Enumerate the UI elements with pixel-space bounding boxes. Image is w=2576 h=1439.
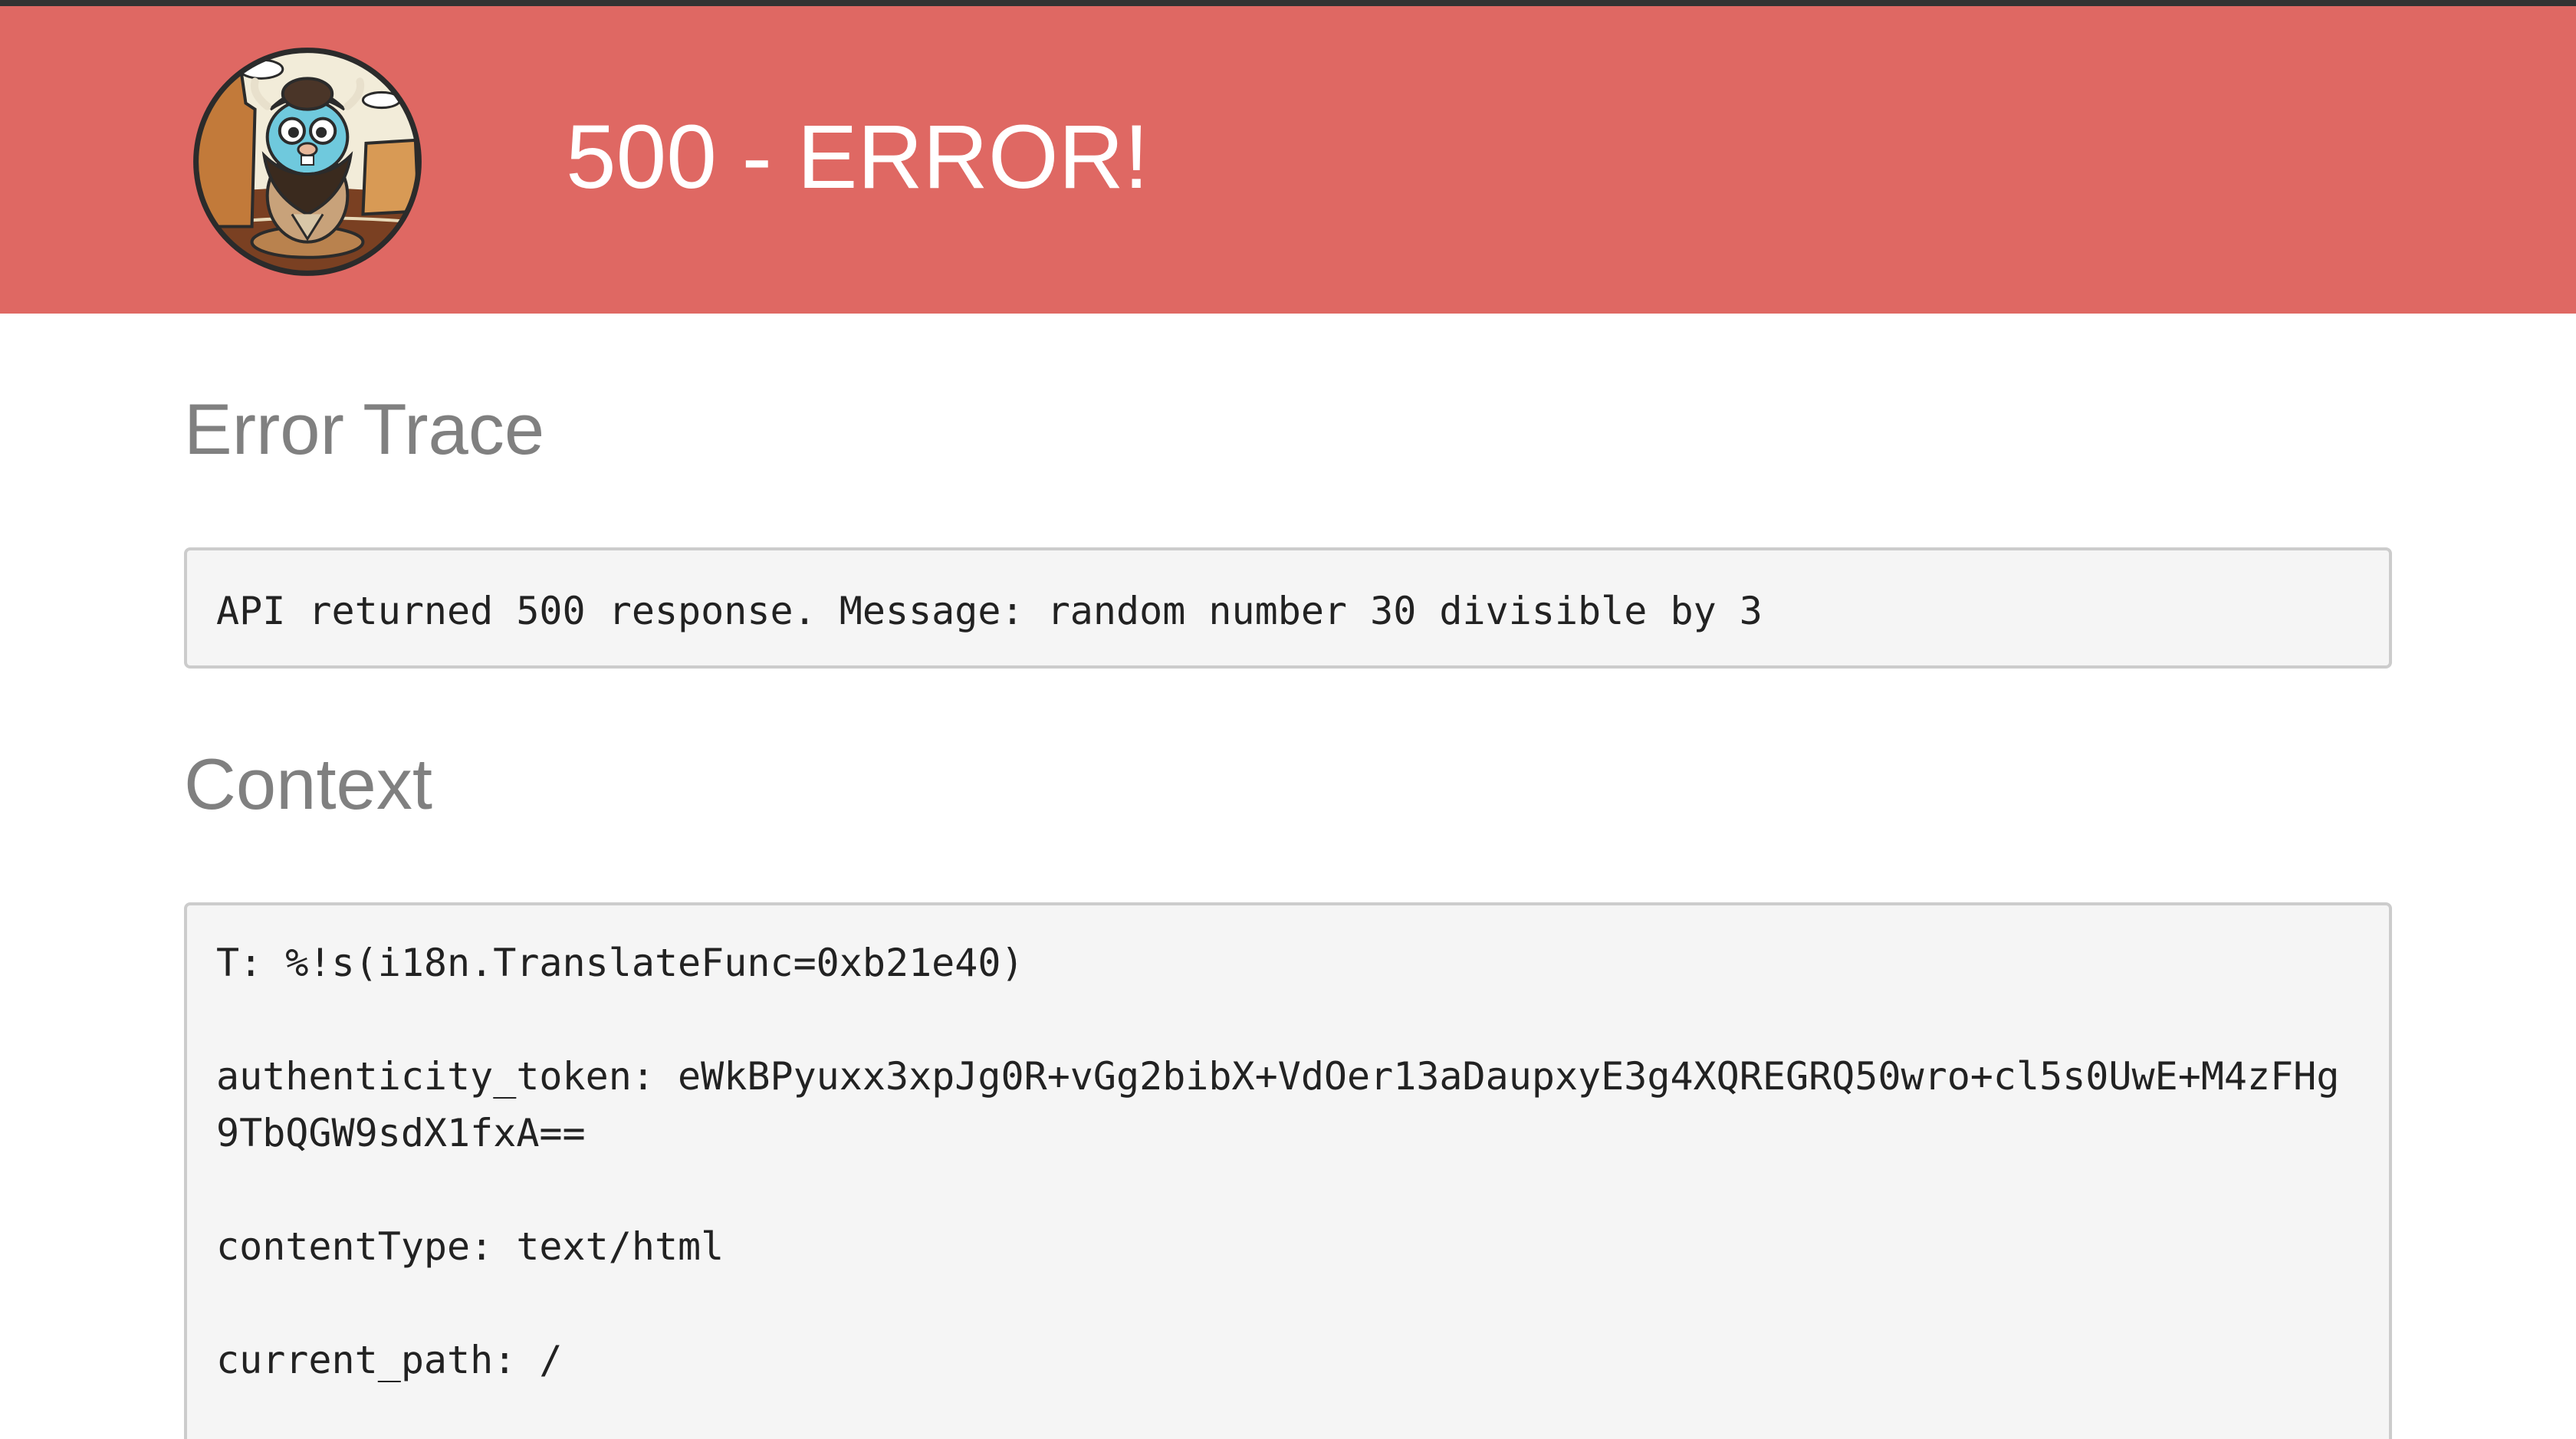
context-heading: Context [184, 744, 432, 824]
context-line-content-type: contentType: text/html [216, 1224, 724, 1269]
context-line-authenticity-token: authenticity_token: eWkBPyuxx3xpJg0R+vGg… [216, 1054, 2340, 1155]
context-spacer [216, 1275, 2360, 1332]
error-header: 500 - ERROR! [0, 6, 2576, 314]
context-block: T: %!s(i18n.TranslateFunc=0xb21e40) auth… [184, 902, 2392, 1439]
context-spacer [216, 1161, 2360, 1218]
context-line-current-path: current_path: / [216, 1338, 563, 1382]
error-trace-heading: Error Trace [184, 389, 545, 469]
context-spacer [216, 991, 2360, 1048]
error-trace-message: API returned 500 response. Message: rand… [184, 547, 2392, 669]
gopher-buffalo-logo-icon [184, 41, 431, 282]
top-border [0, 0, 2576, 6]
context-line-translate-func: T: %!s(i18n.TranslateFunc=0xb21e40) [216, 941, 1024, 985]
page-title: 500 - ERROR! [566, 107, 1149, 208]
